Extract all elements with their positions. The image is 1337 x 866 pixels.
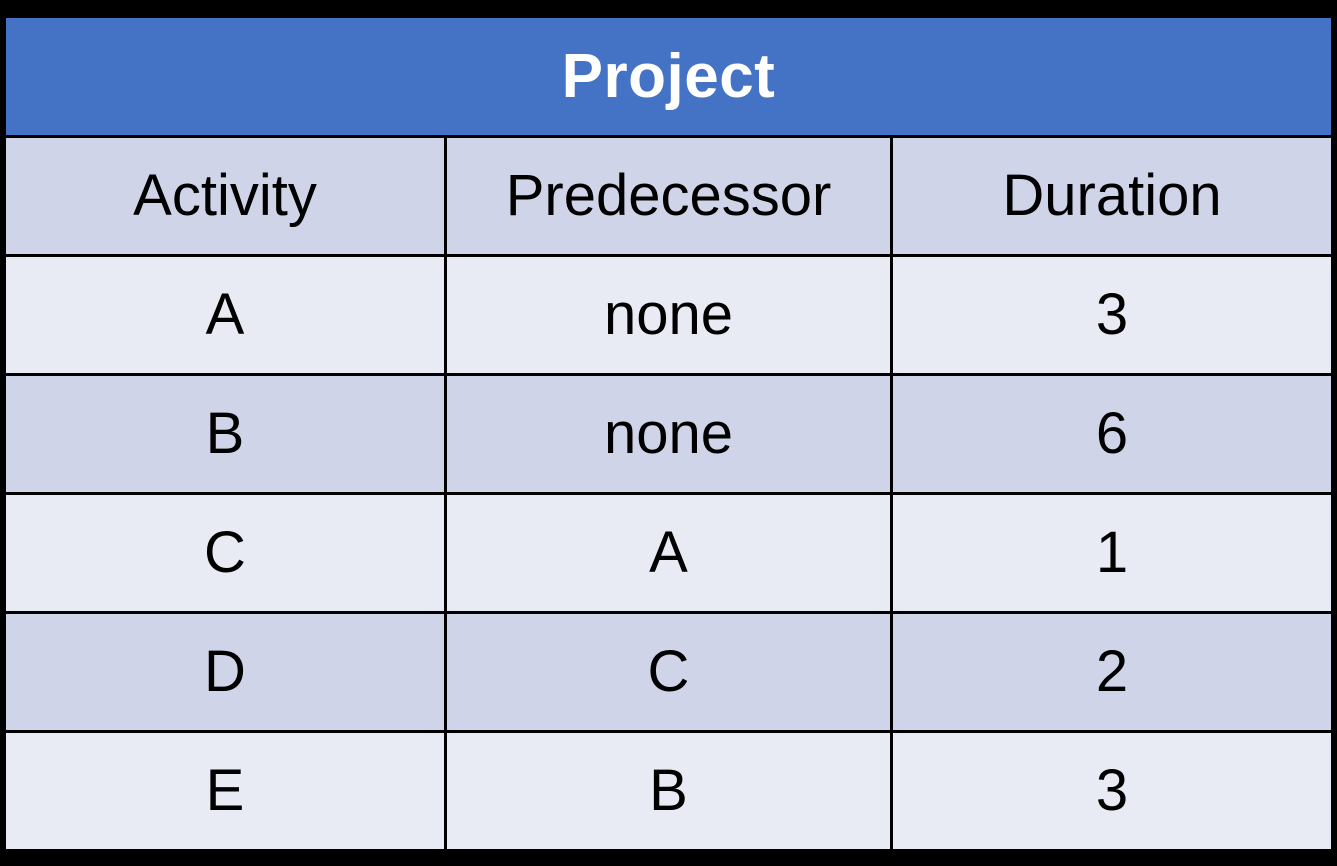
table-body: A none 3 B none 6 C A 1 D C 2 E B 3 — [3, 254, 1334, 852]
table-title-row: Project — [3, 15, 1334, 138]
project-activity-table: Project Activity Predecessor Duration A … — [3, 15, 1334, 852]
table-row: A none 3 — [3, 254, 1334, 376]
table-row: B none 6 — [3, 373, 1334, 495]
table-row: D C 2 — [3, 611, 1334, 733]
table-title: Project — [3, 15, 1334, 138]
table-row: E B 3 — [3, 730, 1334, 852]
cell-predecessor: none — [444, 373, 893, 495]
column-header-predecessor: Predecessor — [444, 135, 893, 257]
cell-duration: 2 — [890, 611, 1334, 733]
column-header-activity: Activity — [3, 135, 447, 257]
cell-activity: E — [3, 730, 447, 852]
cell-activity: B — [3, 373, 447, 495]
cell-duration: 1 — [890, 492, 1334, 614]
cell-duration: 6 — [890, 373, 1334, 495]
column-header-duration: Duration — [890, 135, 1334, 257]
cell-activity: D — [3, 611, 447, 733]
cell-activity: A — [3, 254, 447, 376]
table-head: Project Activity Predecessor Duration — [3, 15, 1334, 257]
column-header-row: Activity Predecessor Duration — [3, 135, 1334, 257]
page-canvas: Project Activity Predecessor Duration A … — [0, 0, 1337, 866]
cell-duration: 3 — [890, 730, 1334, 852]
cell-predecessor: C — [444, 611, 893, 733]
cell-predecessor: none — [444, 254, 893, 376]
cell-predecessor: A — [444, 492, 893, 614]
cell-duration: 3 — [890, 254, 1334, 376]
cell-activity: C — [3, 492, 447, 614]
table-row: C A 1 — [3, 492, 1334, 614]
cell-predecessor: B — [444, 730, 893, 852]
